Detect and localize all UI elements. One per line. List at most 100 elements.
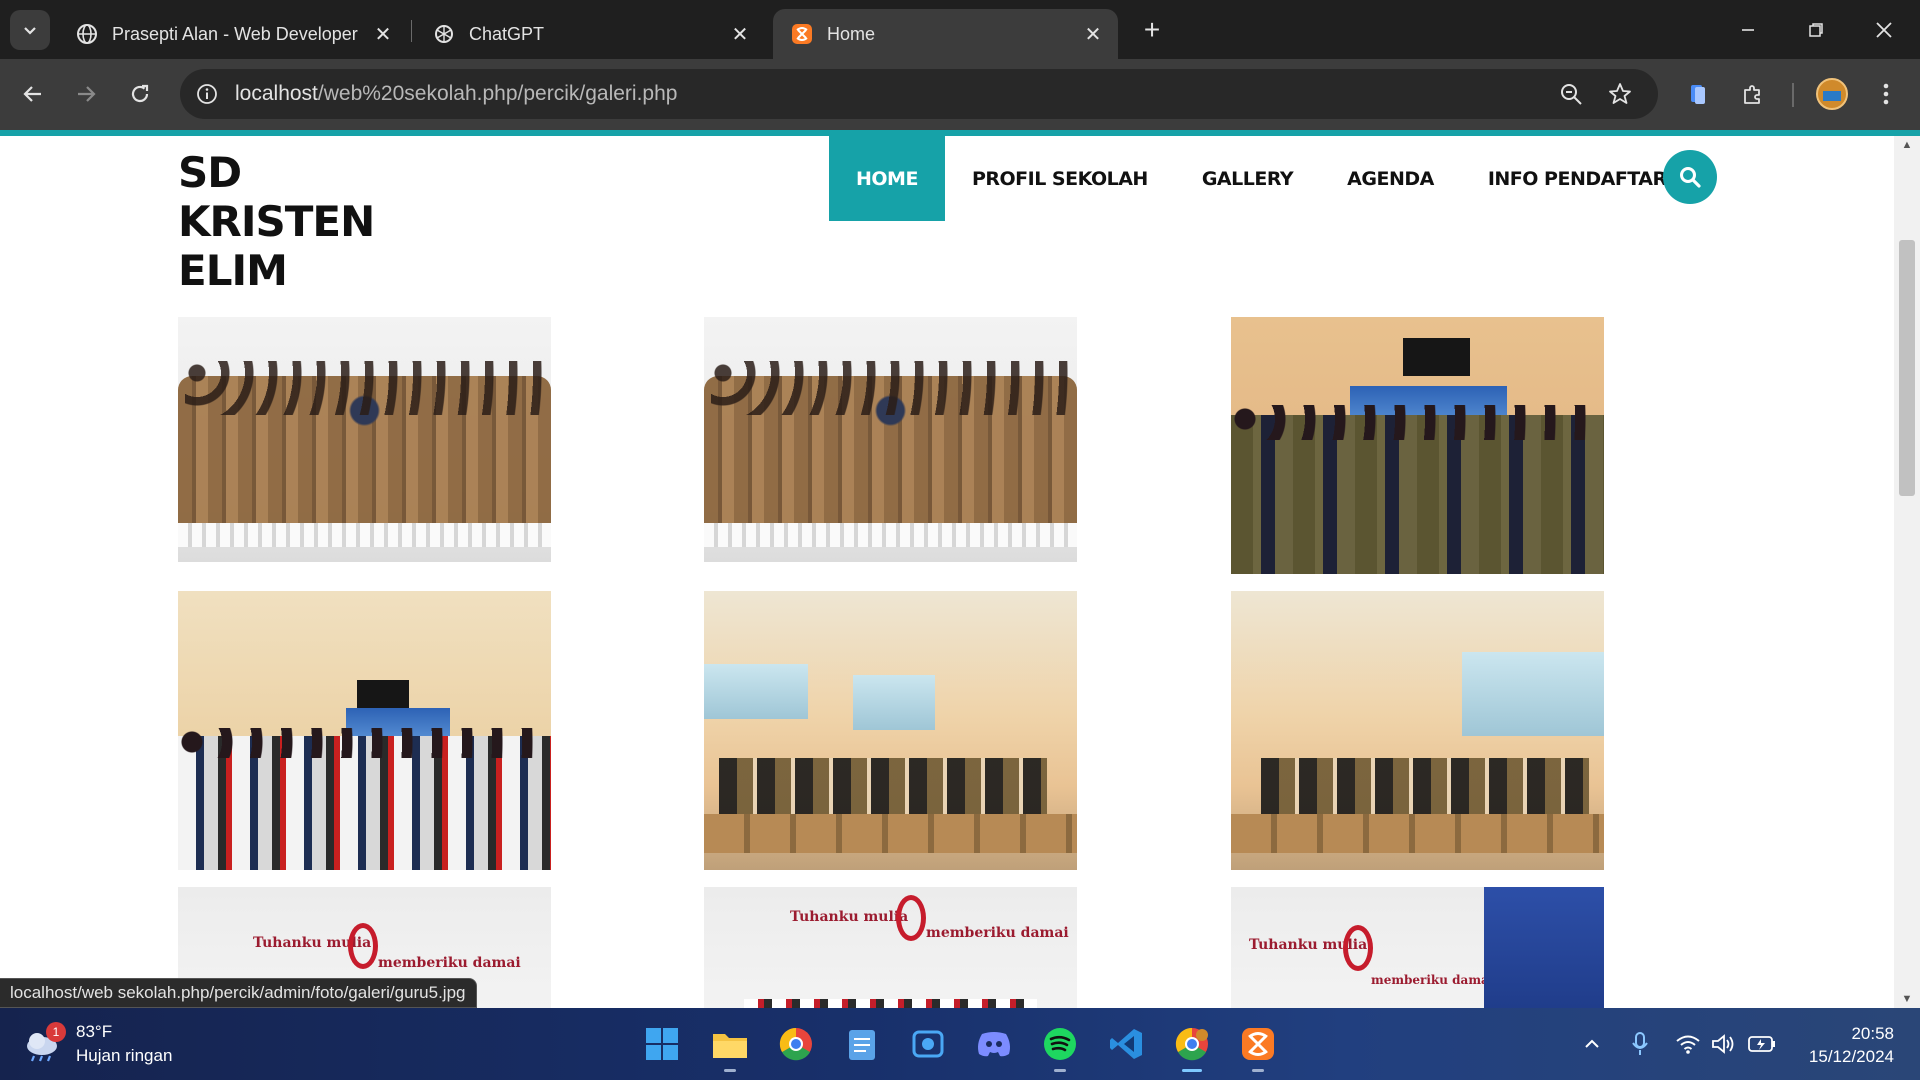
weather-widget[interactable]: 1 83°F Hujan ringan (22, 1018, 172, 1070)
bookmark-star-icon[interactable] (1607, 81, 1633, 112)
taskbar-chrome[interactable] (772, 1020, 820, 1068)
running-indicator (724, 1069, 736, 1072)
site-info-icon[interactable] (194, 81, 220, 107)
microphone-tray-button[interactable] (1624, 1028, 1656, 1060)
url-host: localhost (235, 82, 318, 105)
taskbar-vscode[interactable] (1102, 1020, 1150, 1068)
taskbar-clock[interactable]: 20:58 15/12/2024 (1794, 1022, 1894, 1068)
search-icon (1680, 167, 1701, 188)
notepad-icon (849, 1030, 875, 1060)
browser-toolbar: localhost/web%20sekolah.php/percik/galer… (0, 59, 1920, 130)
close-window-button[interactable] (1862, 8, 1906, 52)
classroom-photo (1231, 591, 1604, 870)
close-icon[interactable]: ✕ (1080, 21, 1106, 47)
banner-text: memberiku damai (926, 925, 1069, 941)
battery-tray-button[interactable] (1746, 1028, 1778, 1060)
running-indicator (1182, 1069, 1202, 1072)
site-search-button[interactable] (1663, 150, 1717, 204)
brand-line: KRISTEN (178, 197, 375, 246)
nav-home[interactable]: HOME (829, 136, 945, 221)
volume-tray-button[interactable] (1708, 1028, 1740, 1060)
gallery-photo[interactable] (178, 591, 551, 870)
chevron-up-icon (1585, 1039, 1599, 1048)
scroll-down-arrow[interactable]: ▼ (1894, 990, 1920, 1008)
nav-gallery[interactable]: GALLERY (1175, 136, 1320, 221)
main-nav: HOME PROFIL SEKOLAH GALLERY AGENDA INFO … (829, 136, 1723, 221)
nav-agenda[interactable]: AGENDA (1320, 136, 1461, 221)
scroll-thumb[interactable] (1899, 240, 1915, 496)
restore-button[interactable] (1794, 8, 1838, 52)
staff-group-photo (704, 317, 1077, 562)
taskbar-snipping-tool[interactable] (904, 1020, 952, 1068)
taskbar-notepad[interactable] (838, 1020, 886, 1068)
url-text: localhost/web%20sekolah.php/percik/galer… (235, 82, 677, 106)
clock-time: 20:58 (1851, 1024, 1894, 1043)
back-button[interactable] (13, 74, 53, 114)
brand-line: SD (178, 148, 242, 197)
taskbar-chrome-profile[interactable] (1168, 1020, 1216, 1072)
reload-icon (131, 84, 149, 103)
tab-title: Home (827, 23, 876, 44)
wifi-tray-button[interactable] (1672, 1028, 1704, 1060)
scroll-up-arrow[interactable]: ▲ (1894, 136, 1920, 154)
cloud-rain-icon: 1 (22, 1022, 66, 1064)
gallery-photo[interactable] (1231, 317, 1604, 574)
close-icon[interactable]: ✕ (370, 21, 396, 47)
reload-button[interactable] (120, 74, 160, 114)
page-scrollbar[interactable]: ▲ ▼ (1894, 136, 1920, 1008)
staff-group-photo (178, 317, 551, 562)
extensions-menu-button[interactable] (1733, 74, 1773, 114)
browser-menu-button[interactable] (1866, 74, 1906, 114)
classroom-photo (704, 591, 1077, 870)
battery-charging-icon (1748, 1036, 1775, 1052)
taskbar-spotify[interactable] (1036, 1020, 1084, 1072)
extension-doc-icon (1691, 85, 1705, 104)
gallery-photo[interactable] (704, 317, 1077, 562)
chevron-down-icon (24, 27, 36, 35)
minimize-button[interactable] (1726, 8, 1770, 52)
link-status-bubble: localhost/web sekolah.php/percik/admin/f… (0, 978, 477, 1008)
gallery-photo[interactable] (1231, 591, 1604, 870)
taskbar-discord[interactable] (970, 1020, 1018, 1068)
chatgpt-icon (433, 23, 455, 45)
xampp-icon (791, 23, 813, 45)
tab-chatgpt[interactable]: ChatGPT ✕ (415, 9, 765, 59)
notification-badge: 1 (46, 1022, 66, 1042)
tab-title: ChatGPT (469, 23, 545, 44)
nav-profil-sekolah[interactable]: PROFIL SEKOLAH (945, 136, 1175, 221)
arrow-right-icon (78, 86, 96, 102)
restore-icon (1809, 23, 1823, 37)
gallery-photo[interactable]: Tuhanku mulia memberiku damai (1231, 887, 1604, 1008)
tab-search-button[interactable] (10, 10, 50, 50)
new-tab-button[interactable]: + (1136, 14, 1168, 46)
tab-title: Prasepti Alan - Web Developer (112, 23, 358, 44)
christmas-event-photo: Tuhanku mulia memberiku damai (704, 887, 1077, 1008)
zoom-icon[interactable] (1558, 81, 1584, 112)
tab-home[interactable]: Home ✕ (773, 9, 1118, 59)
address-bar[interactable]: localhost/web%20sekolah.php/percik/galer… (180, 69, 1658, 119)
gallery-photo[interactable]: Tuhanku mulia memberiku damai (704, 887, 1077, 1008)
kebab-menu-icon (1883, 83, 1889, 105)
close-icon[interactable]: ✕ (727, 21, 753, 47)
tab-prasepti[interactable]: Prasepti Alan - Web Developer ✕ (58, 9, 408, 59)
speaker-icon (1712, 1034, 1734, 1054)
forward-button[interactable] (66, 74, 106, 114)
gallery-photo[interactable] (704, 591, 1077, 870)
performers (744, 999, 1037, 1008)
profile-button[interactable] (1812, 74, 1852, 114)
globe-icon (76, 23, 98, 45)
extension-button[interactable] (1678, 74, 1718, 114)
windows-taskbar: 1 83°F Hujan ringan 20:58 15/12/2024 (0, 1008, 1920, 1080)
start-button[interactable] (638, 1020, 686, 1068)
show-hidden-icons-button[interactable] (1576, 1028, 1608, 1060)
training-group-photo (1231, 317, 1604, 574)
stage-backdrop (1484, 887, 1604, 1008)
taskbar-xampp[interactable] (1234, 1020, 1282, 1072)
banner-text: memberiku damai (378, 955, 521, 971)
site-brand[interactable]: SD KRISTEN ELIM (178, 148, 375, 295)
training-group-photo (178, 591, 551, 870)
puzzle-icon (1744, 85, 1760, 104)
taskbar-file-explorer[interactable] (706, 1020, 754, 1072)
tab-divider (411, 20, 412, 42)
gallery-photo[interactable] (178, 317, 551, 562)
